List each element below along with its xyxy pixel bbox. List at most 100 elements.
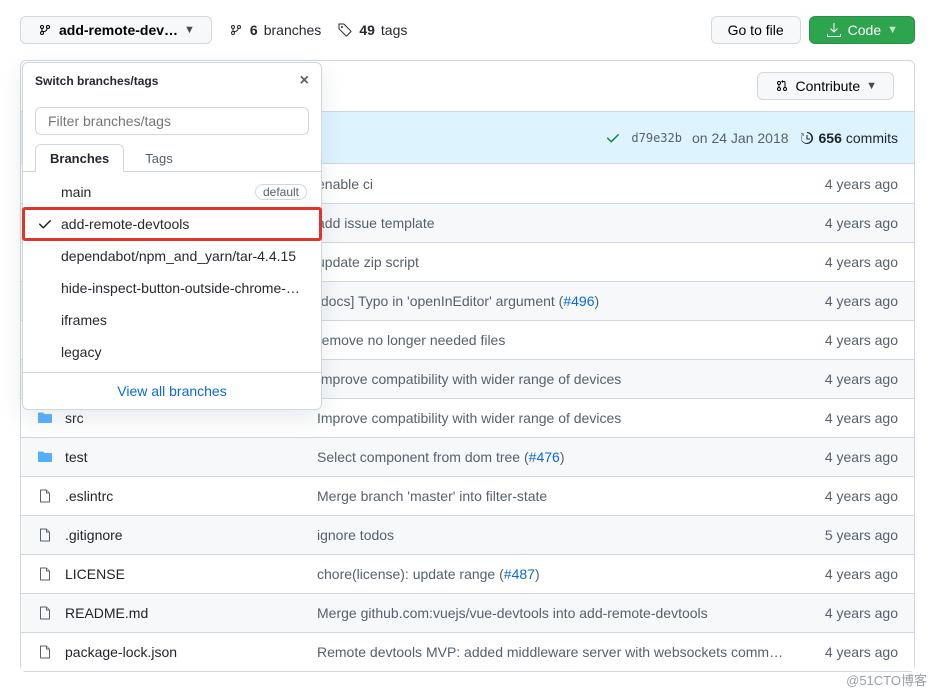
branch-item[interactable]: hide-inspect-button-outside-chrome-devto… — [23, 272, 321, 304]
right-actions: Go to file Code ▼ — [711, 16, 915, 44]
file-row: .eslintrc Merge branch 'master' into filt… — [21, 476, 914, 515]
filter-input[interactable] — [35, 107, 309, 135]
download-icon — [826, 22, 842, 38]
file-row: README.md Merge github.com:vuejs/vue-devt… — [21, 593, 914, 632]
file-commit-message[interactable]: Improve compatibility with wider range o… — [317, 371, 796, 387]
file-name[interactable]: README.md — [65, 605, 305, 621]
check-icon[interactable] — [605, 130, 621, 146]
contribute-label: Contribute — [796, 78, 861, 94]
file-date: 4 years ago — [808, 488, 898, 504]
file-date: 4 years ago — [808, 215, 898, 231]
switcher-tabs: Branches Tags — [23, 143, 321, 172]
branch-item[interactable]: main default — [23, 176, 321, 208]
commits-count-link[interactable]: 656 commits — [799, 130, 898, 146]
go-to-file-button[interactable]: Go to file — [711, 16, 801, 44]
tag-icon — [337, 22, 353, 38]
branch-name: legacy — [61, 344, 307, 360]
git-branch-icon — [37, 22, 53, 38]
code-label: Code — [848, 22, 881, 38]
branch-item[interactable]: iframes — [23, 304, 321, 336]
view-all-branches-link[interactable]: View all branches — [23, 372, 321, 409]
folder-icon — [37, 410, 53, 426]
tags-count: 49 — [359, 22, 375, 38]
file-commit-message[interactable]: update zip script — [317, 254, 796, 270]
file-commit-message[interactable]: Merge github.com:vuejs/vue-devtools into… — [317, 605, 796, 621]
branch-select-button[interactable]: add-remote-dev… ▼ — [20, 16, 212, 44]
caret-down-icon: ▼ — [887, 24, 898, 36]
file-row: package-lock.json Remote devtools MVP: ad… — [21, 632, 914, 671]
file-commit-message[interactable]: remove no longer needed files — [317, 332, 796, 348]
file-commit-message[interactable]: [docs] Typo in 'openInEditor' argument (… — [317, 293, 796, 309]
file-name[interactable]: .gitignore — [65, 527, 305, 543]
file-commit-message[interactable]: enable ci — [317, 176, 796, 192]
file-row: LICENSE chore(license): update range (#48… — [21, 554, 914, 593]
file-name[interactable]: src — [65, 410, 305, 426]
file-commit-message[interactable]: ignore todos — [317, 527, 796, 543]
tab-branches[interactable]: Branches — [35, 144, 124, 172]
contribute-button[interactable]: Contribute ▼ — [757, 72, 894, 100]
commit-date: on 24 Jan 2018 — [692, 130, 789, 146]
close-icon[interactable]: × — [300, 73, 309, 89]
file-date: 4 years ago — [808, 566, 898, 582]
file-name[interactable]: .eslintrc — [65, 488, 305, 504]
commits-word: commits — [846, 130, 898, 146]
current-branch-label: add-remote-dev… — [59, 22, 178, 38]
file-commit-message[interactable]: Improve compatibility with wider range o… — [317, 410, 796, 426]
file-date: 4 years ago — [808, 332, 898, 348]
branch-item[interactable]: add-remote-devtools — [23, 208, 321, 240]
tags-count-link[interactable]: 49 tags — [337, 22, 407, 38]
issue-link[interactable]: #487 — [504, 566, 535, 582]
branch-name: add-remote-devtools — [61, 216, 307, 232]
repo-toolbar: add-remote-dev… ▼ 6 branches 49 tags Go … — [0, 0, 935, 60]
file-commit-message[interactable]: Merge branch 'master' into filter-state — [317, 488, 796, 504]
branches-count-link[interactable]: 6 branches — [228, 22, 321, 38]
go-to-file-label: Go to file — [728, 22, 784, 38]
pull-request-icon — [774, 78, 790, 94]
history-icon — [799, 130, 815, 146]
watermark: @51CTO博客 — [846, 670, 927, 689]
branch-list: main default add-remote-devtools dependabot… — [23, 172, 321, 372]
branch-name: iframes — [61, 312, 307, 328]
branch-item[interactable]: legacy — [23, 336, 321, 368]
commit-hash[interactable]: d79e32b — [631, 131, 682, 145]
branches-word: branches — [264, 22, 322, 38]
file-icon — [37, 605, 53, 621]
default-badge: default — [255, 184, 307, 200]
file-date: 4 years ago — [808, 371, 898, 387]
file-date: 4 years ago — [808, 644, 898, 660]
branch-switcher-dropdown: Switch branches/tags × Branches Tags mai… — [22, 62, 322, 410]
tags-word: tags — [381, 22, 407, 38]
file-name[interactable]: package-lock.json — [65, 644, 305, 660]
switcher-search — [23, 99, 321, 143]
file-commit-message[interactable]: chore(license): update range (#487) — [317, 566, 796, 582]
tab-tags[interactable]: Tags — [130, 144, 187, 172]
file-name[interactable]: LICENSE — [65, 566, 305, 582]
file-date: 5 years ago — [808, 527, 898, 543]
switcher-header: Switch branches/tags × — [23, 63, 321, 99]
file-date: 4 years ago — [808, 605, 898, 621]
code-button[interactable]: Code ▼ — [809, 16, 915, 44]
branch-name: main — [61, 184, 247, 200]
issue-link[interactable]: #496 — [563, 293, 594, 309]
file-icon — [37, 527, 53, 543]
git-branch-icon — [228, 22, 244, 38]
branch-item[interactable]: dependabot/npm_and_yarn/tar-4.4.15 — [23, 240, 321, 272]
file-date: 4 years ago — [808, 254, 898, 270]
file-commit-message[interactable]: Remote devtools MVP: added middleware se… — [317, 644, 796, 660]
file-name[interactable]: test — [65, 449, 305, 465]
file-commit-message[interactable]: add issue template — [317, 215, 796, 231]
file-icon — [37, 566, 53, 582]
issue-link[interactable]: #476 — [529, 449, 560, 465]
file-row: .gitignore ignore todos 5 years ago — [21, 515, 914, 554]
file-date: 4 years ago — [808, 410, 898, 426]
caret-down-icon: ▼ — [866, 80, 877, 92]
check-icon — [37, 216, 53, 232]
branch-name: hide-inspect-button-outside-chrome-devto… — [61, 280, 307, 296]
file-icon — [37, 644, 53, 660]
file-date: 4 years ago — [808, 293, 898, 309]
caret-down-icon: ▼ — [184, 24, 195, 36]
branches-count: 6 — [250, 22, 258, 38]
switcher-title: Switch branches/tags — [35, 74, 158, 88]
branch-name: dependabot/npm_and_yarn/tar-4.4.15 — [61, 248, 307, 264]
file-commit-message[interactable]: Select component from dom tree (#476) — [317, 449, 796, 465]
